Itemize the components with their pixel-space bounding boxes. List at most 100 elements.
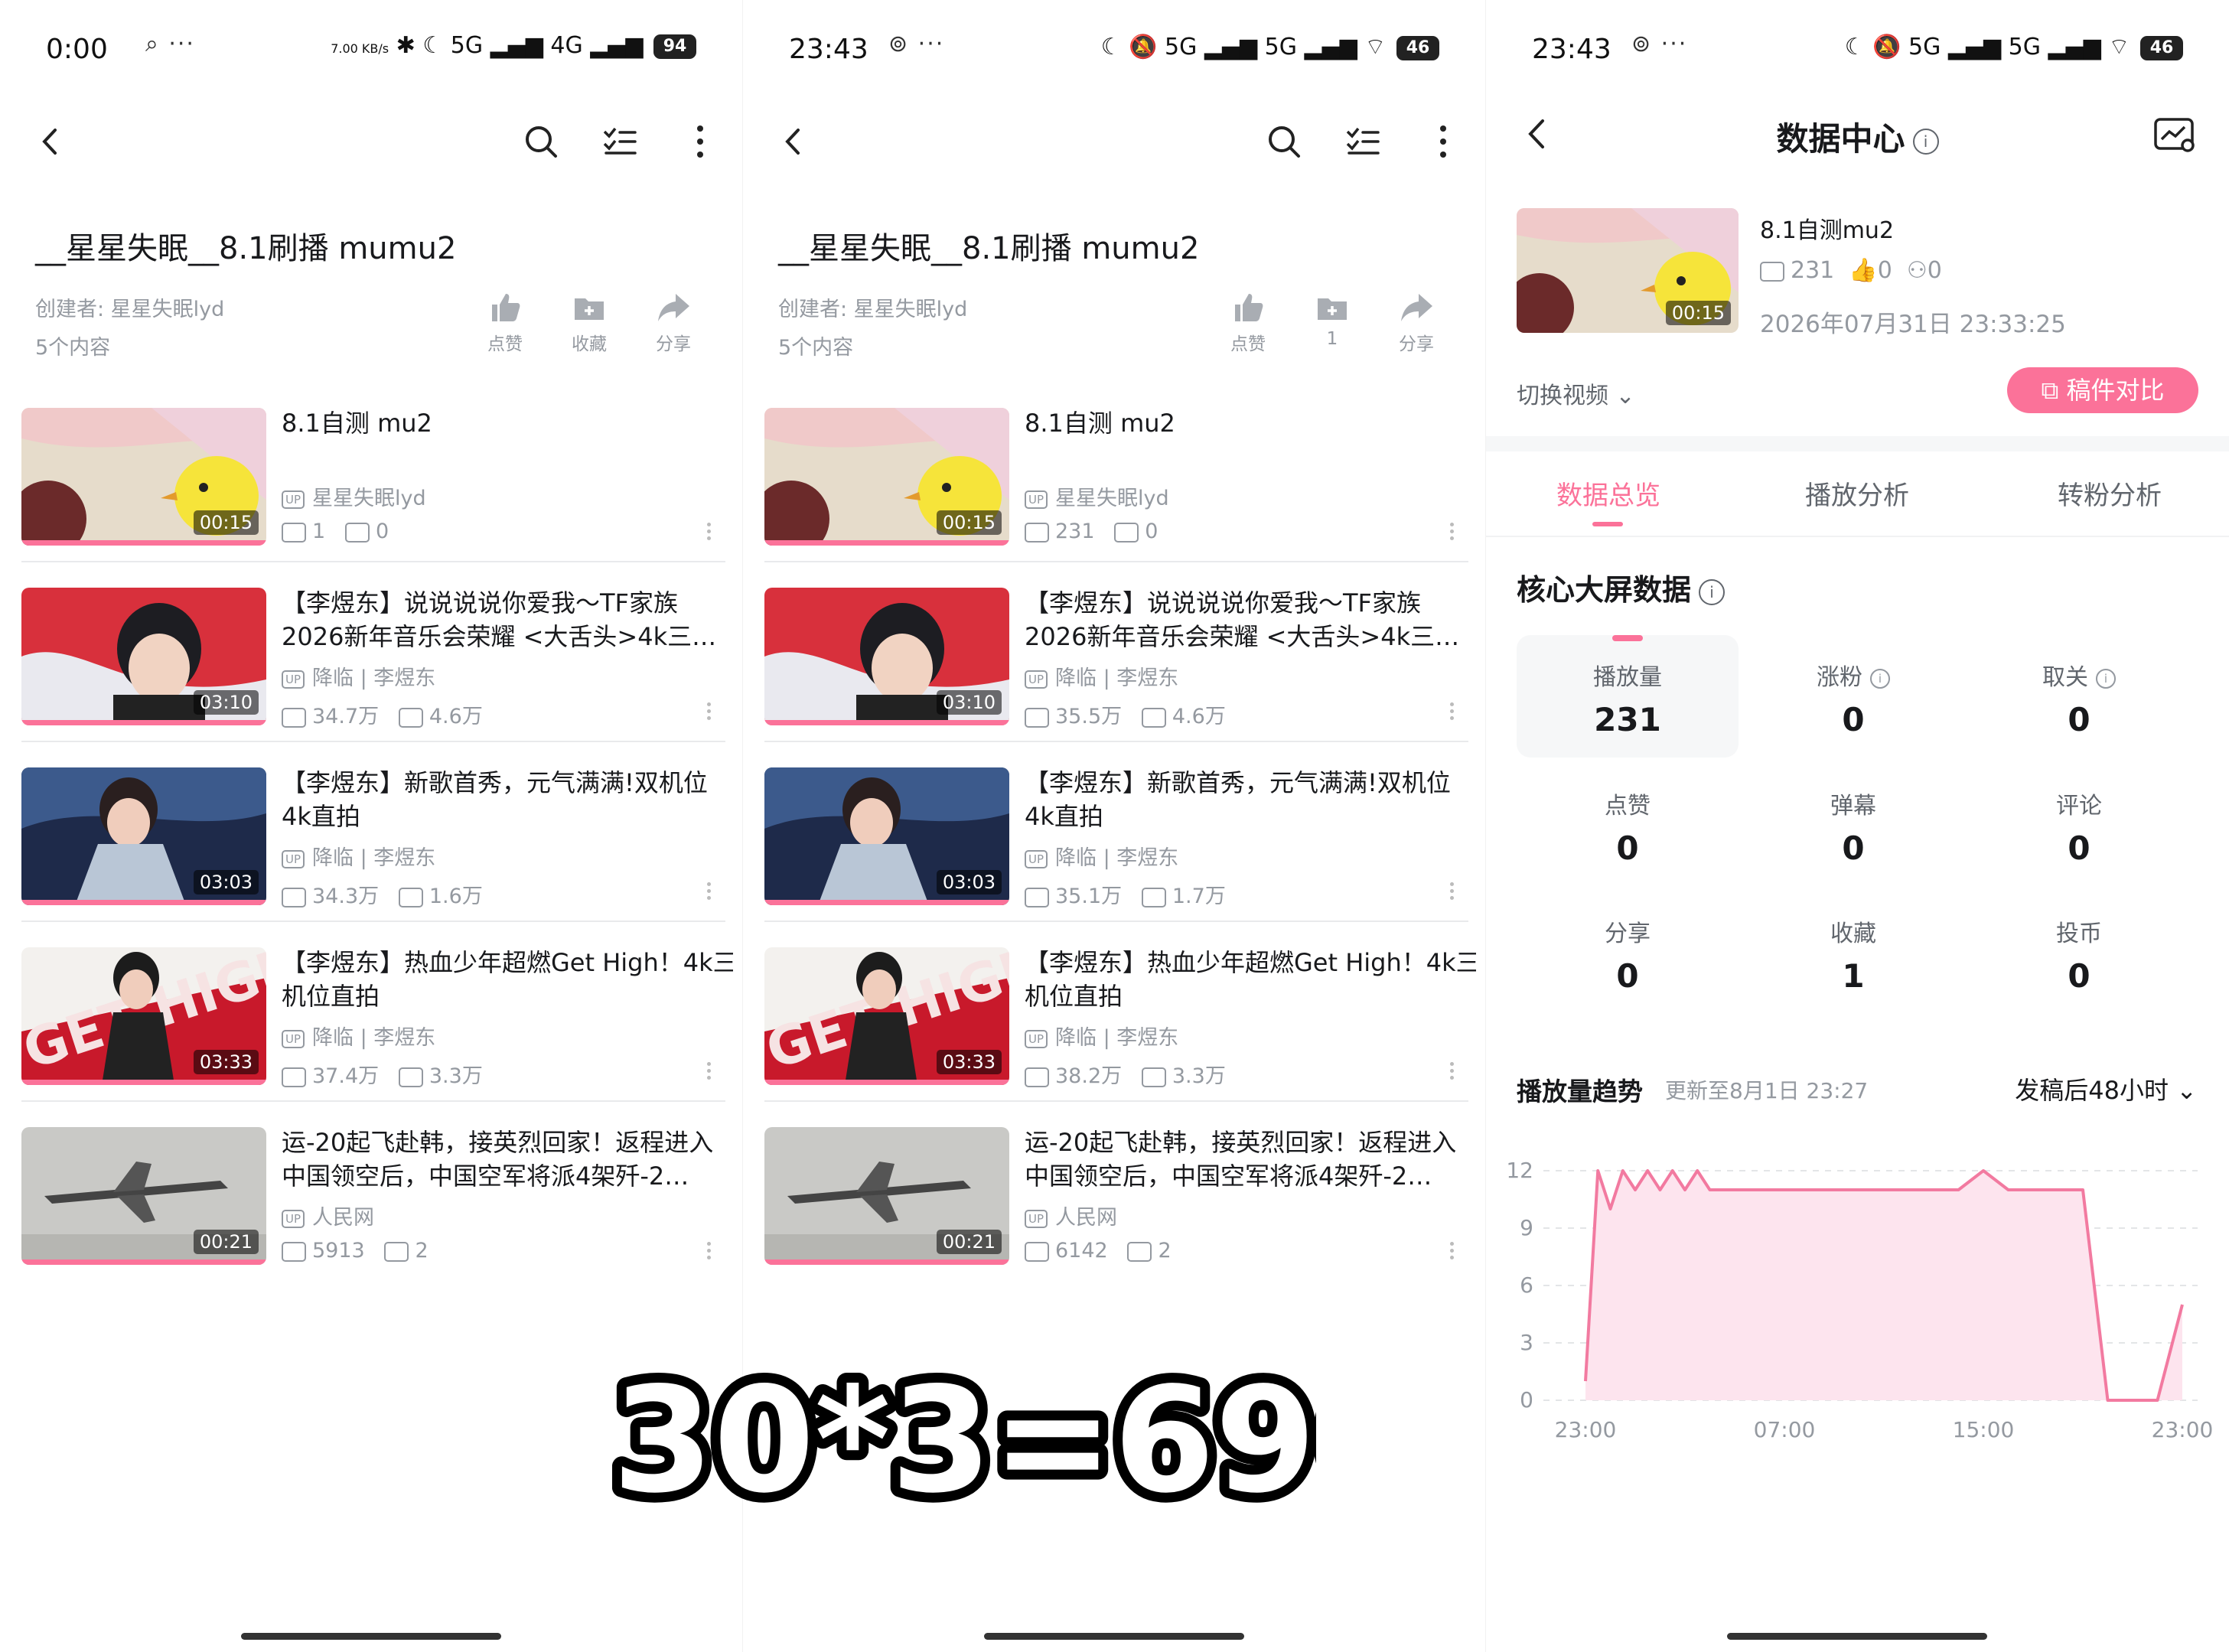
screen-data-icon[interactable]: [2152, 115, 2198, 156]
video-thumbnail[interactable]: 00:21: [21, 1127, 266, 1265]
item-more-icon[interactable]: [707, 1062, 712, 1083]
video-thumbnail[interactable]: 03:10: [21, 588, 266, 725]
uploader-name: 星星失眠lyd: [312, 487, 426, 510]
item-more-icon[interactable]: [707, 882, 712, 903]
tab-overview[interactable]: 数据总览: [1494, 474, 1723, 512]
page-title: 数据中心: [1776, 120, 1905, 158]
list-manage-icon[interactable]: [598, 121, 640, 162]
list-item[interactable]: 00:21 运-20起飞赴韩，接英烈回家！返程进入 中国领空后，中国空军将派4架歼-…: [764, 1127, 1485, 1307]
video-thumbnail[interactable]: GET HIGH 03:33: [764, 947, 1009, 1085]
fans-icon: ⚇: [1906, 257, 1928, 284]
title-line-2: 中国领空后，中国空军将派4架歼-2…: [282, 1162, 689, 1191]
list-item[interactable]: GET HIGH 03:33 【李煜东】热血少年超燃Get High！4k三 机位直拍…: [21, 947, 742, 1127]
item-divider: [764, 741, 1468, 742]
danmaku-icon: [398, 887, 423, 907]
battery-icon: 46: [1396, 35, 1439, 60]
share-label: 分享: [1399, 334, 1434, 354]
item-divider: [21, 561, 725, 562]
play-count-icon: [1025, 1067, 1049, 1087]
video-thumbnail[interactable]: 03:10: [764, 588, 1009, 725]
list-item[interactable]: 03:03 【李煜东】新歌首秀，元气满满!双机位 4k直拍 UP 降临 | 李煜东 34.…: [21, 767, 742, 947]
metric-value: 231: [1594, 701, 1661, 738]
video-fans: 0: [1927, 257, 1942, 284]
item-more-icon[interactable]: [707, 523, 712, 543]
tab-fan-analysis[interactable]: 转粉分析: [1995, 474, 2224, 512]
title-line-1: 8.1自测 mu2: [282, 409, 432, 438]
overlay-caption-text: 230*3=690: [612, 1356, 1316, 1521]
item-more-icon[interactable]: [1450, 1242, 1455, 1263]
video-thumbnail[interactable]: 00:15: [764, 408, 1009, 546]
favorite-button[interactable]: 收藏: [559, 289, 620, 355]
playlist-creator[interactable]: 创建者: 星星失眠lyd: [778, 292, 967, 322]
title-line-1: 【李煜东】新歌首秀，元气满满!双机位: [282, 768, 708, 797]
uploader: UP 降临 | 李煜东: [1025, 661, 1178, 691]
list-item[interactable]: 00:15 8.1自测 mu2 UP 星星失眠lyd 1 0: [21, 408, 742, 588]
list-manage-icon[interactable]: [1341, 121, 1383, 162]
metric-value: 0: [1842, 829, 1865, 867]
list-item[interactable]: 03:03 【李煜东】新歌首秀，元气满满!双机位 4k直拍 UP 降临 | 李煜东 35.…: [764, 767, 1485, 947]
metric-comments[interactable]: 评论 0: [1968, 764, 2190, 886]
list-item[interactable]: 00:15 8.1自测 mu2 UP 星星失眠lyd 231 0: [764, 408, 1485, 588]
item-more-icon[interactable]: [1450, 1062, 1455, 1083]
video-thumbnail[interactable]: 00:15: [21, 408, 266, 546]
video-thumbnail[interactable]: 00:15: [1517, 208, 1739, 333]
metric-new-fans[interactable]: 涨粉 i 0: [1742, 635, 1964, 758]
trend-range-select[interactable]: 发稿后48小时 ⌄: [2015, 1071, 2197, 1106]
list-item[interactable]: GET HIGH 03:33 【李煜东】热血少年超燃Get High！4k三 机位直拍…: [764, 947, 1485, 1127]
home-indicator[interactable]: [241, 1633, 501, 1640]
item-more-icon[interactable]: [1450, 523, 1455, 543]
metric-unfollows[interactable]: 取关 i 0: [1968, 635, 2190, 758]
metric-plays[interactable]: 播放量 231: [1517, 635, 1739, 758]
metric-coins[interactable]: 投币 0: [1968, 891, 2190, 1014]
metric-favorites[interactable]: 收藏 1: [1742, 891, 1964, 1014]
video-thumbnail[interactable]: GET HIGH 03:33: [21, 947, 266, 1085]
home-indicator[interactable]: [1727, 1633, 1987, 1640]
share-button[interactable]: 分享: [643, 289, 704, 355]
info-icon[interactable]: i: [1699, 578, 1726, 605]
metric-label: 点赞: [1605, 793, 1651, 819]
list-item[interactable]: 03:10 【李煜东】说说说说你爱我～TF家族 2026新年音乐会荣耀 <大舌头>4…: [764, 588, 1485, 767]
like-button[interactable]: 点赞: [1217, 289, 1279, 355]
danmaku-count: 1.7万: [1172, 885, 1226, 908]
item-more-icon[interactable]: [707, 702, 712, 723]
search-icon[interactable]: [520, 121, 562, 162]
item-more-icon[interactable]: [1450, 702, 1455, 723]
video-title: 【李煜东】说说说说你爱我～TF家族 2026新年音乐会荣耀 <大舌头>4k三…: [1025, 588, 1476, 653]
item-more-icon[interactable]: [707, 1242, 712, 1263]
video-thumbnail[interactable]: 00:21: [764, 1127, 1009, 1265]
switch-video-label: 切换视频: [1517, 383, 1608, 409]
compare-button[interactable]: ⧉ 稿件对比: [2007, 367, 2198, 413]
metric-shares[interactable]: 分享 0: [1517, 891, 1739, 1014]
title-line-2: 机位直拍: [282, 982, 380, 1011]
info-icon[interactable]: i: [2096, 668, 2116, 689]
back-icon[interactable]: [774, 121, 815, 162]
metric-likes[interactable]: 点赞 0: [1517, 764, 1739, 886]
x-tick-label: 15:00: [1953, 1417, 2015, 1442]
list-item[interactable]: 03:10 【李煜东】说说说说你爱我～TF家族 2026新年音乐会荣耀 <大舌头>4…: [21, 588, 742, 767]
video-title: 8.1自测 mu2: [282, 408, 733, 440]
video-duration: 00:21: [193, 1230, 259, 1254]
switch-video-button[interactable]: 切换视频 ⌄: [1517, 376, 1635, 410]
play-count: 35.5万: [1055, 705, 1123, 728]
home-indicator[interactable]: [984, 1633, 1244, 1640]
video-title: 运-20起飞赴韩，接英烈回家！返程进入 中国领空后，中国空军将派4架歼-2…: [282, 1127, 733, 1193]
info-icon[interactable]: i: [1912, 128, 1939, 155]
tab-play-analysis[interactable]: 播放分析: [1742, 474, 1972, 512]
metric-danmaku[interactable]: 弹幕 0: [1742, 764, 1964, 886]
uploader: UP 星星失眠lyd: [1025, 481, 1169, 511]
data-center-panel: 23:43 ⊚ ··· ☾ 🔕 5G ▂▄▆ 5G ▂▄▆ ⌔ 46 数据中心 i…: [1486, 0, 2229, 1652]
video-thumbnail[interactable]: 03:03: [764, 767, 1009, 905]
more-icon[interactable]: [679, 121, 721, 162]
playlist-creator[interactable]: 创建者: 星星失眠lyd: [35, 292, 224, 322]
like-button[interactable]: 点赞: [474, 289, 536, 355]
back-icon[interactable]: [31, 121, 72, 162]
share-button[interactable]: 分享: [1386, 289, 1447, 355]
favorite-button[interactable]: 1: [1302, 289, 1363, 349]
search-icon[interactable]: [1263, 121, 1305, 162]
item-more-icon[interactable]: [1450, 882, 1455, 903]
info-icon[interactable]: i: [1870, 668, 1890, 689]
more-icon[interactable]: [1422, 121, 1464, 162]
video-thumbnail[interactable]: 03:03: [21, 767, 266, 905]
metric-value: 0: [1842, 701, 1865, 738]
list-item[interactable]: 00:21 运-20起飞赴韩，接英烈回家！返程进入 中国领空后，中国空军将派4架歼-…: [21, 1127, 742, 1307]
